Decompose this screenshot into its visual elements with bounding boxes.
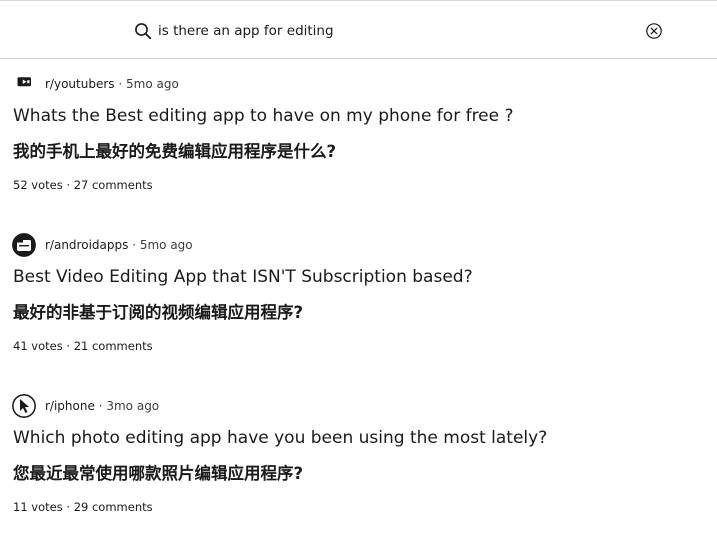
- subreddit-link[interactable]: r/androidapps: [45, 238, 128, 252]
- subreddit-link[interactable]: r/youtubers: [45, 77, 115, 91]
- stats-separator: ·: [66, 339, 71, 353]
- clear-search-icon[interactable]: [645, 22, 663, 40]
- post-age: 5mo ago: [139, 238, 193, 252]
- post-stats: 11 votes · 29 comments: [13, 500, 153, 514]
- post-stats: 52 votes · 27 comments: [13, 178, 153, 192]
- post-title[interactable]: Best Video Editing App that ISN'T Subscr…: [13, 267, 473, 287]
- vote-count: 41 votes: [13, 339, 63, 353]
- comment-count[interactable]: 21 comments: [74, 339, 153, 353]
- post-age: 3mo ago: [106, 399, 160, 413]
- post-meta: r/iphone · 3mo ago: [45, 399, 159, 413]
- vote-count: 52 votes: [13, 178, 63, 192]
- post-result[interactable]: r/androidapps · 5mo ago Best Video Editi…: [0, 220, 717, 381]
- search-input[interactable]: [158, 20, 598, 42]
- comment-count[interactable]: 29 comments: [74, 500, 153, 514]
- apps-folder-icon[interactable]: [12, 233, 36, 257]
- search-icon: [135, 23, 152, 40]
- post-meta: r/androidapps · 5mo ago: [45, 238, 193, 252]
- subreddit-link[interactable]: r/iphone: [45, 399, 95, 413]
- meta-separator: ·: [118, 77, 123, 91]
- vote-count: 11 votes: [13, 500, 63, 514]
- iphone-cursor-icon[interactable]: [12, 394, 36, 418]
- post-title[interactable]: Which photo editing app have you been us…: [13, 428, 547, 448]
- search-results: r/youtubers · 5mo ago Whats the Best edi…: [0, 59, 717, 542]
- post-translation: 您最近最常使用哪款照片编辑应用程序?: [13, 464, 304, 483]
- stats-separator: ·: [66, 500, 71, 514]
- post-stats: 41 votes · 21 comments: [13, 339, 153, 353]
- post-translation: 最好的非基于订阅的视频编辑应用程序?: [13, 303, 304, 322]
- meta-separator: ·: [132, 238, 137, 252]
- post-result[interactable]: r/iphone · 3mo ago Which photo editing a…: [0, 381, 717, 542]
- post-title[interactable]: Whats the Best editing app to have on my…: [13, 106, 514, 126]
- meta-separator: ·: [98, 399, 103, 413]
- post-meta: r/youtubers · 5mo ago: [45, 77, 179, 91]
- post-translation: 我的手机上最好的免费编辑应用程序是什么?: [13, 142, 337, 161]
- post-age: 5mo ago: [126, 77, 179, 91]
- youtube-play-icon[interactable]: [14, 75, 36, 93]
- comment-count[interactable]: 27 comments: [74, 178, 153, 192]
- stats-separator: ·: [66, 178, 71, 192]
- search-bar: [0, 0, 717, 59]
- post-result[interactable]: r/youtubers · 5mo ago Whats the Best edi…: [0, 59, 717, 220]
